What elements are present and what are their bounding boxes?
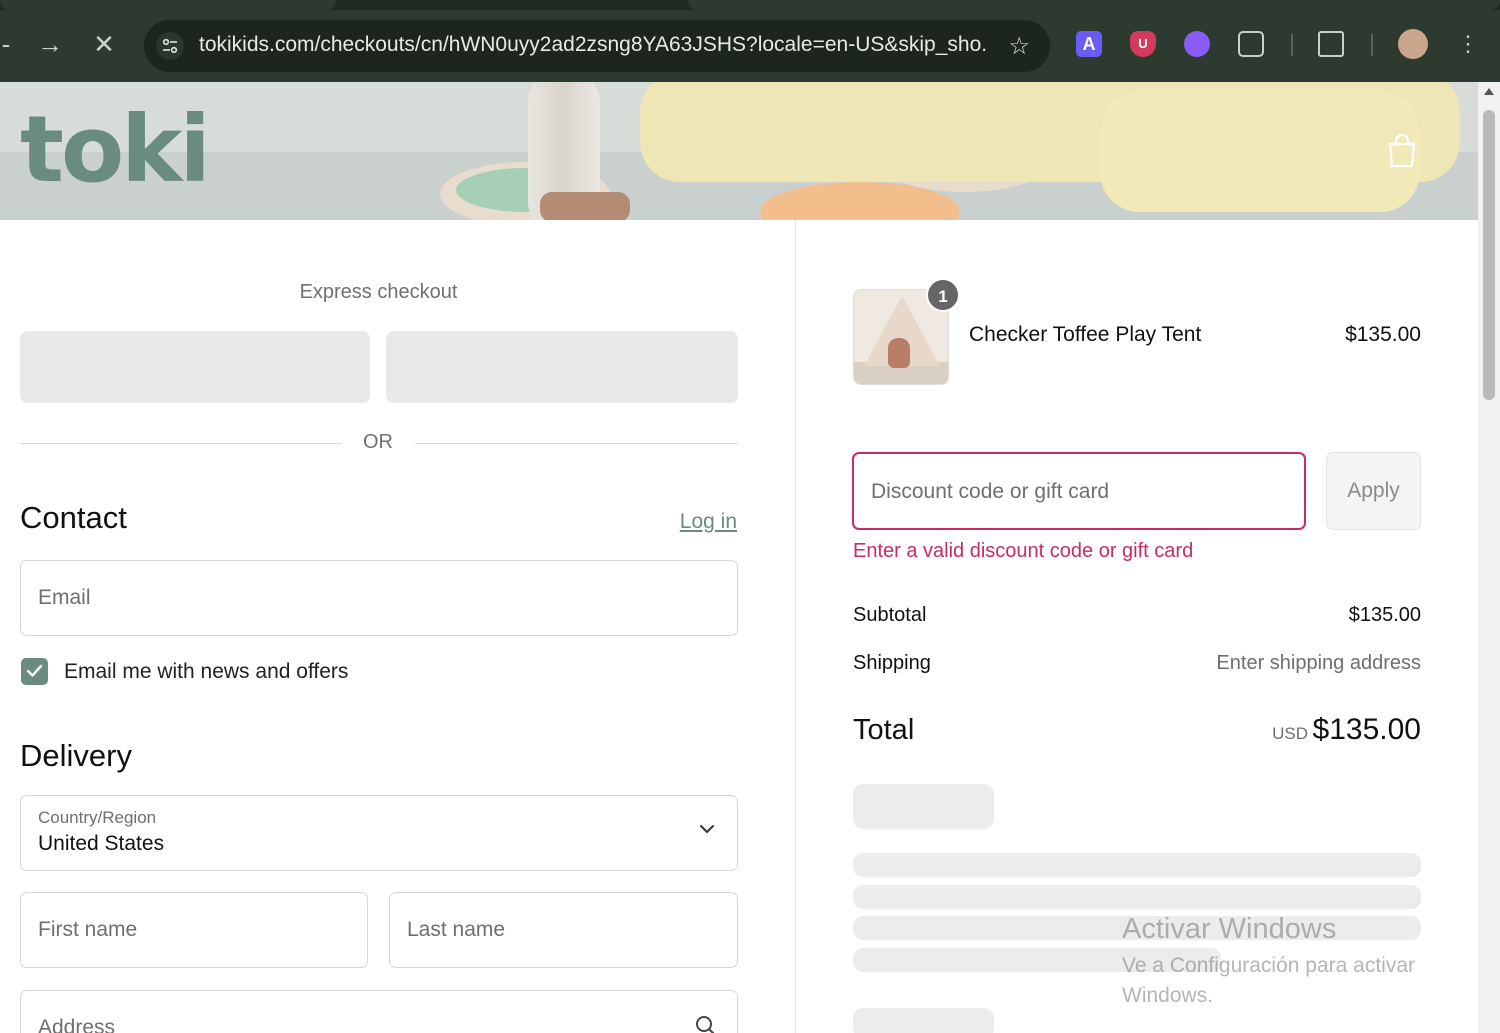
windows-watermark-subtitle: Ve a Configuración para activar Windows. bbox=[1122, 954, 1416, 1007]
chevron-down-icon bbox=[700, 825, 714, 834]
page-scrollbar[interactable] bbox=[1478, 82, 1500, 1033]
kebab-menu-icon[interactable]: ⋮ bbox=[1452, 28, 1484, 60]
extension-a-icon[interactable]: A bbox=[1076, 31, 1102, 57]
subtotal-label: Subtotal bbox=[853, 604, 927, 626]
last-name-placeholder: Last name bbox=[407, 918, 506, 941]
shipping-value: Enter shipping address bbox=[1216, 652, 1421, 674]
hero-cushion bbox=[1100, 92, 1420, 212]
checkmark-icon bbox=[26, 664, 43, 677]
last-name-field[interactable]: Last name bbox=[389, 892, 738, 968]
newsletter-checkbox[interactable] bbox=[21, 658, 48, 685]
scroll-up-arrow-icon[interactable] bbox=[1484, 88, 1494, 95]
loading-skeleton bbox=[853, 1008, 994, 1033]
newsletter-label[interactable]: Email me with news and offers bbox=[64, 660, 348, 684]
country-label: Country/Region bbox=[38, 808, 157, 827]
product-name: Checker Toffee Play Tent bbox=[969, 323, 1202, 346]
subtotal-value: $135.00 bbox=[1348, 604, 1421, 626]
browser-tab[interactable] bbox=[688, 0, 1500, 10]
search-icon bbox=[696, 1016, 715, 1033]
extension-purple-icon[interactable] bbox=[1184, 31, 1210, 57]
store-header-banner: toki bbox=[0, 82, 1478, 220]
windows-watermark-title: Activar Windows bbox=[1122, 913, 1337, 945]
loading-skeleton bbox=[853, 853, 1421, 877]
discount-error-message: Enter a valid discount code or gift card bbox=[853, 540, 1194, 562]
ublock-shield-icon[interactable]: U bbox=[1130, 31, 1156, 57]
toolbar-divider bbox=[1371, 34, 1373, 56]
site-info-icon[interactable] bbox=[156, 32, 184, 60]
first-name-placeholder: First name bbox=[38, 918, 138, 941]
bookmark-star-icon[interactable]: ☆ bbox=[1008, 32, 1030, 61]
address-field[interactable]: Address bbox=[20, 990, 738, 1033]
browser-tab[interactable] bbox=[0, 0, 336, 10]
quantity-badge: 1 bbox=[926, 278, 960, 312]
toolbar-divider bbox=[1291, 34, 1293, 56]
express-checkout-label: Express checkout bbox=[299, 281, 458, 303]
url-text[interactable]: tokikids.com/checkouts/cn/hWN0uyy2ad2zsn… bbox=[199, 33, 989, 57]
divider-line bbox=[20, 443, 342, 444]
total-currency: USD bbox=[1272, 724, 1308, 743]
discount-placeholder: Discount code or gift card bbox=[871, 480, 1110, 503]
profile-avatar[interactable] bbox=[1398, 29, 1428, 59]
arrow-left-icon[interactable]: ‐ bbox=[0, 28, 12, 60]
address-bar[interactable]: tokikids.com/checkouts/cn/hWN0uyy2ad2zsn… bbox=[144, 20, 1050, 72]
express-pay-button[interactable] bbox=[386, 331, 738, 403]
delivery-title: Delivery bbox=[20, 738, 132, 773]
product-price: $135.00 bbox=[1345, 323, 1421, 346]
email-field[interactable]: Email bbox=[20, 560, 738, 636]
store-logo[interactable]: toki bbox=[20, 96, 211, 203]
scrollbar-thumb[interactable] bbox=[1483, 110, 1495, 400]
shopping-bag-icon[interactable] bbox=[1386, 134, 1418, 168]
hero-foot bbox=[540, 192, 630, 220]
apply-discount-button[interactable]: Apply bbox=[1326, 452, 1421, 530]
total-value: $135.00 bbox=[1312, 713, 1421, 746]
express-pay-button[interactable] bbox=[20, 331, 370, 403]
extensions-puzzle-icon[interactable] bbox=[1238, 31, 1264, 57]
reading-mode-icon[interactable] bbox=[1318, 31, 1344, 57]
address-placeholder: Address bbox=[38, 1016, 116, 1033]
first-name-field[interactable]: First name bbox=[20, 892, 368, 968]
column-divider bbox=[795, 220, 796, 1033]
browser-toolbar: ‐ → ✕ tokikids.com/checkouts/cn/hWN0uyy2… bbox=[0, 0, 1500, 82]
total-label: Total bbox=[853, 714, 915, 746]
arrow-right-icon[interactable]: → bbox=[34, 28, 66, 60]
loading-skeleton bbox=[853, 885, 1421, 909]
thumb-child bbox=[888, 338, 910, 368]
shipping-label: Shipping bbox=[853, 652, 931, 674]
country-select[interactable]: Country/Region United States bbox=[20, 795, 738, 871]
discount-code-field[interactable]: Discount code or gift card bbox=[852, 452, 1306, 530]
or-separator: OR bbox=[363, 431, 393, 453]
tab-strip bbox=[0, 0, 1500, 10]
login-link[interactable]: Log in bbox=[680, 510, 737, 534]
divider-line bbox=[415, 443, 738, 444]
close-icon[interactable]: ✕ bbox=[88, 28, 120, 60]
email-placeholder: Email bbox=[38, 586, 91, 609]
loading-skeleton bbox=[853, 784, 994, 829]
country-value: United States bbox=[38, 832, 165, 855]
contact-title: Contact bbox=[20, 500, 127, 535]
